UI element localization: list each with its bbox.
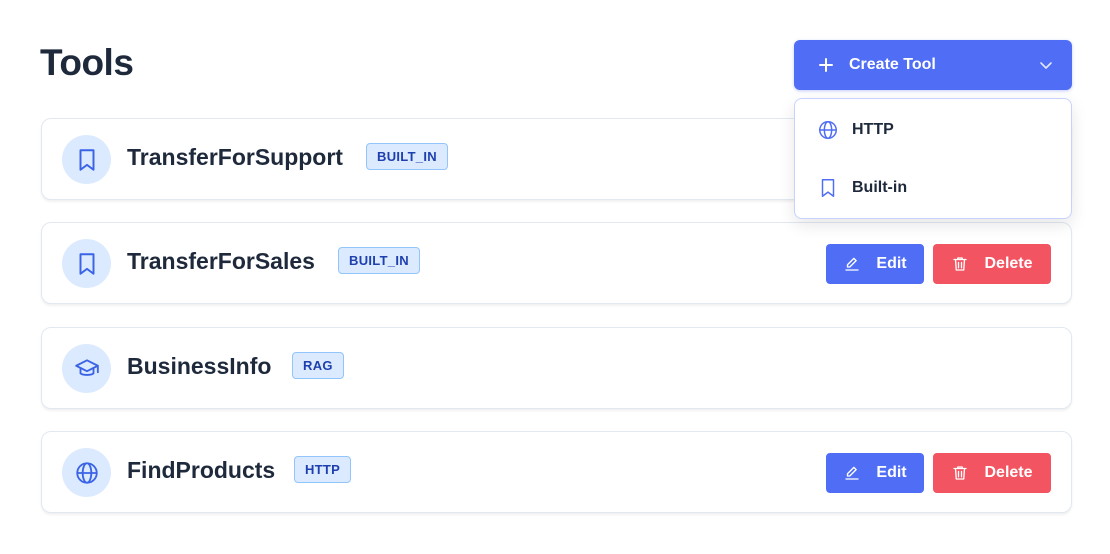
edit-label: Edit [876,464,907,481]
edit-icon [845,466,860,480]
create-tool-button[interactable]: Create Tool [794,40,1072,90]
tool-type-badge: RAG [292,352,344,379]
tool-name: FindProducts [127,457,276,483]
dropdown-item-built-in[interactable]: Built-in [795,163,1071,213]
bookmark-icon [79,148,94,171]
delete-label: Delete [984,255,1033,272]
dropdown-item-http[interactable]: HTTP [795,105,1071,155]
globe-icon [819,121,837,139]
tool-avatar [62,135,111,184]
tool-name: BusinessInfo [127,353,272,379]
dropdown-item-label: Built-in [852,179,908,196]
tools-panel: Tools Create Tool TransferForSupport BUI… [0,0,1110,554]
create-tool-dropdown: HTTP Built-in [794,98,1072,219]
chevron-down-icon [1040,62,1052,69]
bookmark-icon [79,252,94,275]
create-tool-label: Create Tool [849,56,936,73]
tool-avatar [62,448,111,497]
page-title: Tools [40,42,134,83]
graduation-cap-icon [74,358,99,376]
dropdown-item-label: HTTP [852,121,894,138]
tool-card: TransferForSales BUILT_IN Edit Delete [41,222,1072,304]
edit-label: Edit [876,255,907,272]
tool-type-badge: BUILT_IN [366,143,448,170]
trash-icon [953,257,968,271]
globe-icon [75,461,98,484]
edit-button[interactable]: Edit [826,453,924,493]
trash-icon [953,466,968,480]
edit-icon [845,257,860,271]
tool-name: TransferForSupport [127,144,343,170]
delete-button[interactable]: Delete [933,244,1051,284]
delete-label: Delete [984,464,1033,481]
plus-icon [819,58,833,72]
tool-card: FindProducts HTTP Edit Delete [41,431,1072,513]
tool-card: BusinessInfo RAG [41,327,1072,409]
delete-button[interactable]: Delete [933,453,1051,493]
tool-name: TransferForSales [127,248,315,274]
tool-avatar [62,344,111,393]
tool-type-badge: BUILT_IN [338,247,420,274]
bookmark-icon [821,179,835,197]
edit-button[interactable]: Edit [826,244,924,284]
tool-type-badge: HTTP [294,456,352,483]
tool-avatar [62,239,111,288]
